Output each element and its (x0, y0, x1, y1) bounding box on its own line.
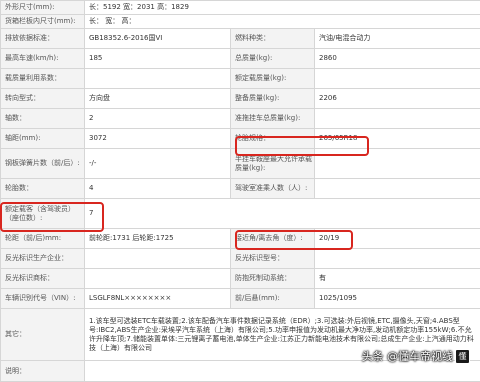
spec-row: 载质量利用系数： 额定载质量(kg): (1, 69, 480, 89)
spec-label: 燃料种类： (231, 29, 315, 49)
spec-row: 外形尺寸(mm):长：5192 宽：2031 高：1829 (1, 1, 480, 15)
spec-value (85, 249, 231, 269)
spec-row: 轮胎数：4驾驶室准乘人数（人）: (1, 179, 480, 199)
spec-value (85, 69, 231, 89)
watermark: 头条 @懂车帝视线懂 (362, 348, 471, 365)
approach-angle-highlight (235, 230, 353, 250)
spec-label: 反光标识生产企业： (1, 249, 85, 269)
spec-value: 方向盘 (85, 89, 231, 109)
spec-value (315, 249, 480, 269)
spec-value: 2 (85, 109, 231, 129)
spec-label: 排放依据标准： (1, 29, 85, 49)
spec-row: 转向型式：方向盘整备质量(kg):2206 (1, 89, 480, 109)
spec-label: 反光标识型号： (231, 249, 315, 269)
spec-value: 2860 (315, 49, 480, 69)
spec-label: 前/后悬(mm): (231, 289, 315, 309)
spec-label: 整备质量(kg): (231, 89, 315, 109)
spec-label: 驾驶室准乘人数（人）: (231, 179, 315, 199)
spec-value (315, 109, 480, 129)
spec-label: 转向型式： (1, 89, 85, 109)
spec-label: 其它： (1, 309, 85, 361)
spec-value: -/- (85, 149, 231, 179)
spec-label: 防抱死制动系统： (231, 269, 315, 289)
spec-label: 额定载质量(kg): (231, 69, 315, 89)
spec-row: 轴数：2准拖挂车总质量(kg): (1, 109, 480, 129)
spec-value: 3072 (85, 129, 231, 149)
spec-value: 汽油/电混合动力 (315, 29, 480, 49)
spec-value (315, 69, 480, 89)
watermark-text: 头条 @懂车帝视线 (362, 350, 454, 363)
spec-value: 4 (85, 179, 231, 199)
spec-value: 前轮距:1731 后轮距:1725 (85, 229, 231, 249)
spec-value: 有 (315, 269, 480, 289)
spec-value: 长： 宽： 高： (85, 15, 480, 29)
spec-label: 钢板弹簧片数（前/后）: (1, 149, 85, 179)
spec-label: 轴数： (1, 109, 85, 129)
spec-label: 说明： (1, 361, 85, 382)
vehicle-spec-sheet: 外形尺寸(mm):长：5192 宽：2031 高：1829货箱栏板内尺寸(mm)… (0, 0, 480, 370)
spec-label: 反光标识商标： (1, 269, 85, 289)
spec-row: 车辆识别代号（VIN）:LSGLF8NL××××××××前/后悬(mm):102… (1, 289, 480, 309)
watermark-logo-icon: 懂 (455, 349, 470, 364)
spec-value: 185 (85, 49, 231, 69)
spec-value: 1025/1095 (315, 289, 480, 309)
spec-value: 长：5192 宽：2031 高：1829 (85, 1, 480, 15)
spec-label: 货箱栏板内尺寸(mm): (1, 15, 85, 29)
spec-row: 最高车速(km/h):185总质量(kg):2860 (1, 49, 480, 69)
spec-label: 准拖挂车总质量(kg): (231, 109, 315, 129)
spec-row: 排放依据标准：GB18352.6-2016国VI燃料种类：汽油/电混合动力 (1, 29, 480, 49)
spec-label: 车辆识别代号（VIN）: (1, 289, 85, 309)
spec-value: GB18352.6-2016国VI (85, 29, 231, 49)
spec-value (315, 179, 480, 199)
spec-row: 反光标识商标： 防抱死制动系统：有 (1, 269, 480, 289)
seating-highlight (0, 202, 104, 232)
spec-value: 7 (85, 199, 480, 229)
tire-spec-highlight (235, 136, 369, 156)
spec-label: 外形尺寸(mm): (1, 1, 85, 15)
spec-label: 最高车速(km/h): (1, 49, 85, 69)
spec-row: 货箱栏板内尺寸(mm):长： 宽： 高： (1, 15, 480, 29)
spec-value: 2206 (315, 89, 480, 109)
spec-value: LSGLF8NL×××××××× (85, 289, 231, 309)
spec-label: 轮胎数： (1, 179, 85, 199)
spec-label: 轴距(mm): (1, 129, 85, 149)
spec-label: 载质量利用系数： (1, 69, 85, 89)
spec-label: 总质量(kg): (231, 49, 315, 69)
spec-row: 反光标识生产企业： 反光标识型号： (1, 249, 480, 269)
spec-table: 外形尺寸(mm):长：5192 宽：2031 高：1829货箱栏板内尺寸(mm)… (0, 0, 480, 382)
spec-value (85, 269, 231, 289)
